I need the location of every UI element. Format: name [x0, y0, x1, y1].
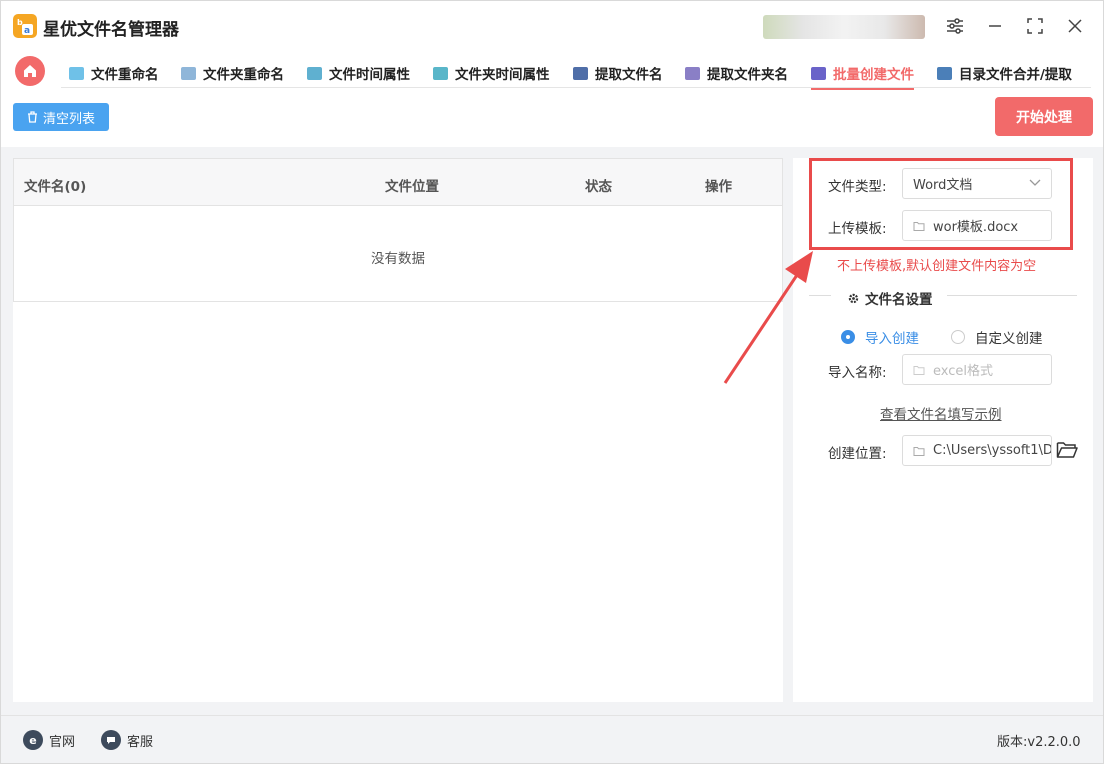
- home-icon: [24, 65, 36, 77]
- home-button[interactable]: [15, 56, 45, 86]
- minimize-icon[interactable]: [982, 13, 1008, 39]
- folder-icon: [913, 365, 925, 375]
- file-rename-icon: [69, 66, 84, 80]
- tab-label: 目录文件合并/提取: [959, 67, 1072, 83]
- start-process-button[interactable]: 开始处理: [995, 97, 1093, 136]
- title-bar: b a 星优文件名管理器: [1, 1, 1103, 51]
- location-value: C:\Users\yssoft1\De: [933, 443, 1052, 458]
- column-location: 文件位置: [385, 179, 439, 195]
- radio-custom-label: 自定义创建: [975, 331, 1043, 347]
- browse-folder-icon[interactable]: [1056, 441, 1078, 461]
- tab-extract-filename[interactable]: 提取文件名: [573, 58, 663, 88]
- highlight-box: [809, 158, 1073, 250]
- merge-extract-icon: [937, 66, 952, 80]
- folder-icon: [913, 446, 925, 456]
- file-table: 文件名(0) 文件位置 状态 操作 没有数据: [13, 158, 783, 302]
- tab-label: 文件夹时间属性: [455, 67, 550, 83]
- website-link[interactable]: e 官网: [23, 730, 75, 750]
- tab-label: 文件夹重命名: [203, 67, 284, 83]
- column-filename: 文件名(0): [24, 179, 87, 195]
- radio-import-create[interactable]: 导入创建: [841, 327, 919, 347]
- tab-divider: [61, 87, 1091, 88]
- support-label: 客服: [127, 734, 154, 750]
- radio-custom-create[interactable]: 自定义创建: [951, 327, 1043, 347]
- file-table-panel: 文件名(0) 文件位置 状态 操作 没有数据: [13, 158, 783, 702]
- extract-filename-icon: [573, 66, 588, 80]
- tab-bar: 文件重命名 文件夹重命名 文件时间属性 文件夹时间属性 提取文件名 提取文件夹名…: [1, 51, 1103, 91]
- trash-icon: [27, 111, 37, 123]
- table-header: 文件名(0) 文件位置 状态 操作: [14, 159, 782, 206]
- browser-icon: e: [23, 730, 43, 750]
- location-label: 创建位置:: [828, 446, 887, 462]
- import-name-label: 导入名称:: [828, 365, 887, 381]
- empty-state-text: 没有数据: [371, 251, 425, 267]
- folder-time-icon: [433, 66, 448, 80]
- column-actions: 操作: [705, 179, 732, 195]
- tab-file-rename[interactable]: 文件重命名: [69, 58, 159, 88]
- gear-icon: [848, 293, 859, 303]
- support-link[interactable]: 客服: [101, 730, 153, 750]
- tab-folder-rename[interactable]: 文件夹重命名: [181, 58, 284, 88]
- filename-settings-title: 文件名设置: [847, 288, 933, 308]
- import-name-placeholder: excel格式: [933, 364, 993, 379]
- batch-create-icon: [811, 66, 826, 80]
- tab-merge-extract[interactable]: 目录文件合并/提取: [937, 58, 1072, 88]
- tab-label: 文件时间属性: [329, 67, 410, 83]
- radio-import-label: 导入创建: [865, 331, 919, 347]
- tab-folder-time[interactable]: 文件夹时间属性: [433, 58, 550, 88]
- settings-sliders-icon[interactable]: [942, 13, 968, 39]
- tab-label: 提取文件夹名: [707, 67, 788, 83]
- app-title: 星优文件名管理器: [43, 20, 179, 40]
- tab-label: 提取文件名: [595, 67, 663, 83]
- version-text: 版本:v2.2.0.0: [997, 735, 1081, 750]
- radio-dot: [951, 330, 965, 344]
- tab-batch-create[interactable]: 批量创建文件: [811, 58, 914, 90]
- section-divider-right: [947, 295, 1077, 296]
- app-window: b a 星优文件名管理器 文件重命名 文件夹重命名 文件时间属性 文件夹时间属性…: [0, 0, 1104, 764]
- tab-label: 文件重命名: [91, 67, 159, 83]
- close-icon[interactable]: [1062, 13, 1088, 39]
- import-name-field[interactable]: excel格式: [902, 354, 1052, 385]
- template-hint: 不上传模板,默认创建文件内容为空: [837, 259, 1037, 274]
- website-label: 官网: [49, 734, 76, 750]
- toolbar: 清空列表 开始处理: [1, 91, 1103, 147]
- section-title-text: 文件名设置: [865, 292, 933, 308]
- tab-label: 批量创建文件: [833, 67, 914, 83]
- clear-list-button[interactable]: 清空列表: [13, 103, 109, 131]
- location-field[interactable]: C:\Users\yssoft1\De: [902, 435, 1052, 466]
- footer: e 官网 客服 版本:v2.2.0.0: [1, 715, 1103, 763]
- section-divider-left: [809, 295, 831, 296]
- tab-extract-foldername[interactable]: 提取文件夹名: [685, 58, 788, 88]
- file-time-icon: [307, 66, 322, 80]
- tab-file-time[interactable]: 文件时间属性: [307, 58, 410, 88]
- column-status: 状态: [585, 179, 612, 195]
- svg-text:a: a: [24, 26, 30, 36]
- filename-example-link[interactable]: 查看文件名填写示例: [880, 403, 1002, 423]
- folder-rename-icon: [181, 66, 196, 80]
- radio-dot: [841, 330, 855, 344]
- user-avatar[interactable]: [763, 15, 925, 39]
- chat-icon: [101, 730, 121, 750]
- maximize-icon[interactable]: [1022, 13, 1048, 39]
- clear-list-label: 清空列表: [42, 111, 95, 127]
- extract-foldername-icon: [685, 66, 700, 80]
- app-logo-icon: b a: [13, 14, 37, 38]
